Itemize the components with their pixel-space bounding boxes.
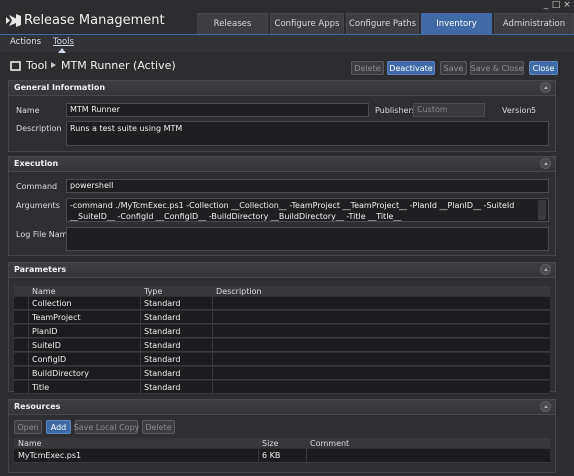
delete-button[interactable]: Delete [351,61,384,75]
param-type: Standard [144,326,181,336]
resources-table-header: Name Size Comment [14,438,550,448]
table-row[interactable]: BuildDirectory Standard [14,367,550,380]
param-type: Standard [144,368,181,378]
collapse-icon[interactable] [540,401,551,412]
execution-header[interactable] [8,156,556,172]
param-description [214,367,216,379]
table-row[interactable]: Title Standard [14,381,550,394]
open-button[interactable]: Open [14,420,42,434]
param-name: PlanID [32,326,58,336]
param-name: Collection [32,298,72,308]
param-description [214,353,216,365]
arguments-label: Arguments [16,201,60,210]
subnav-actions[interactable]: Actions [10,37,41,47]
subnav-tools[interactable]: Tools [53,37,74,47]
page-title: MTM Runner (Active) [61,59,176,72]
param-description [214,325,216,337]
param-description [214,311,216,323]
resource-name: MyTcmExec.ps1 [18,451,82,460]
collapse-icon[interactable] [540,158,551,169]
delete-resource-button[interactable]: Delete [142,420,175,434]
param-type: Standard [144,340,181,350]
table-row[interactable]: PlanID Standard [14,325,550,338]
param-name: SuiteID [32,340,61,350]
param-description [214,381,216,393]
publishers-field: Custom [413,103,485,117]
version-value: 5 [531,106,537,115]
tab-inventory[interactable]: Inventory [421,13,492,34]
app-title: Release Management [24,13,165,28]
tab-configure-paths[interactable]: Configure Paths [346,13,419,34]
breadcrumb-tool[interactable]: Tool [26,59,47,72]
column-header-type[interactable]: Type [142,286,162,296]
table-row[interactable]: TeamProject Standard [14,311,550,324]
save-button[interactable]: Save [440,61,467,75]
save-local-copy-button[interactable]: Save Local Copy [74,420,139,434]
param-name: TeamProject [32,312,81,322]
name-field[interactable]: MTM Runner [66,103,369,117]
param-type: Standard [144,382,181,392]
publishers-label: Publishers [375,106,416,115]
resources-header[interactable] [8,399,556,415]
resource-comment [308,449,310,462]
param-name: ConfigID [32,354,67,364]
param-type: Standard [144,354,181,364]
resource-size: 6 KB [262,451,281,460]
close-button[interactable]: Close [529,61,558,75]
tab-configure-apps[interactable]: Configure Apps [270,13,344,34]
name-label: Name [16,106,40,115]
active-caret-icon [58,48,66,53]
column-header-description[interactable]: Description [214,286,262,296]
param-type: Standard [144,312,181,322]
maximize-icon[interactable]: □ [551,1,561,10]
description-field[interactable]: Runs a test suite using MTM [66,121,549,146]
param-description [214,339,216,351]
sub-navigation [0,34,574,52]
parameters-title: Parameters [14,265,67,274]
logfile-label: Log File Name [16,230,73,239]
parameters-header[interactable] [8,262,556,278]
table-row[interactable]: ConfigID Standard [14,353,550,366]
param-name: BuildDirectory [32,368,89,378]
table-row[interactable]: SuiteID Standard [14,339,550,352]
arguments-scrollbar[interactable] [538,200,546,220]
deactivate-button[interactable]: Deactivate [387,61,435,75]
execution-title: Execution [14,159,59,168]
description-label: Description [16,124,62,133]
add-button[interactable]: Add [46,420,71,434]
table-row[interactable]: MyTcmExec.ps1 6 KB [14,449,550,463]
chevron-right-icon [51,62,56,68]
collapse-icon[interactable] [540,82,551,93]
tab-administration[interactable]: Administration [494,13,574,34]
command-label: Command [16,182,58,191]
column-header-name[interactable]: Name [16,438,42,448]
collapse-icon[interactable] [540,264,551,275]
minimize-icon[interactable]: _ [541,1,551,10]
version-label: Version [502,106,532,115]
param-name: Title [32,382,50,392]
arguments-field[interactable]: -command ./MyTcmExec.ps1 -Collection __C… [66,198,549,222]
save-close-button[interactable]: Save & Close [470,61,524,75]
logfile-field[interactable] [66,227,549,251]
tool-icon [10,61,21,71]
parameters-table-header: Name Type Description [14,286,550,296]
command-field[interactable]: powershell [66,179,549,193]
param-type: Standard [144,298,181,308]
resources-title: Resources [14,402,61,411]
general-information-title: General Information [14,83,106,92]
param-description [214,297,216,309]
table-row[interactable]: Collection Standard [14,297,550,310]
tab-releases[interactable]: Releases [197,13,268,34]
column-header-size[interactable]: Size [260,438,278,448]
close-icon[interactable]: × [562,1,572,10]
vs-logo-icon [6,14,21,27]
column-header-name[interactable]: Name [30,286,56,296]
column-header-comment[interactable]: Comment [308,438,349,448]
